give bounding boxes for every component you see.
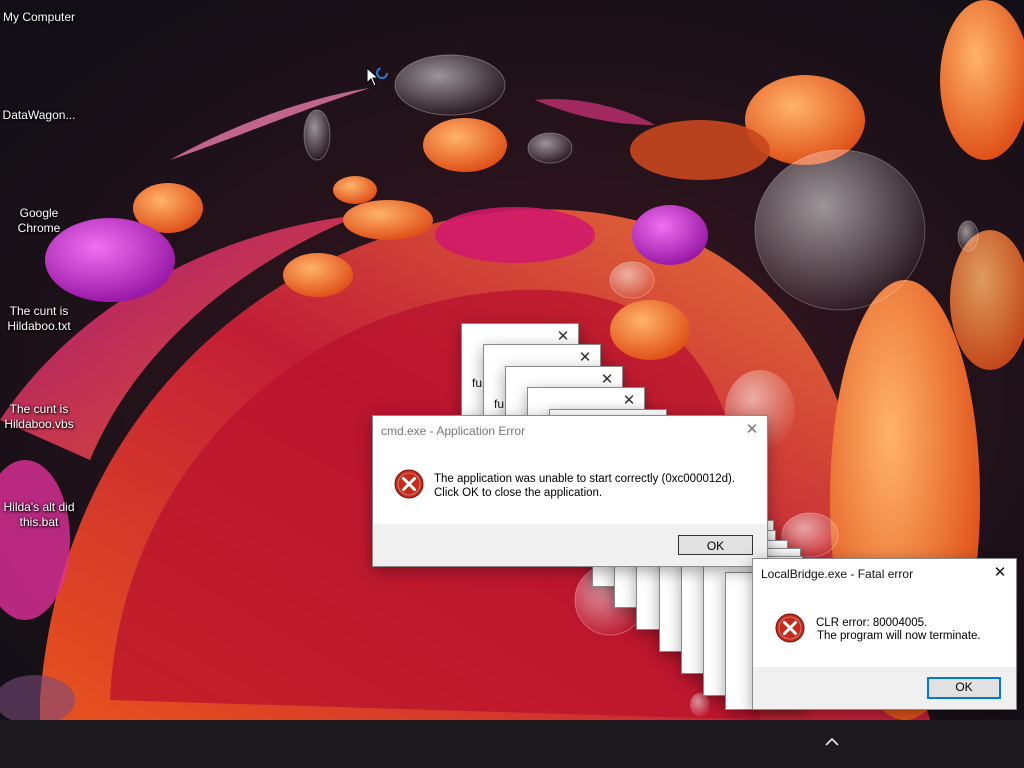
desktop-icon-label-line1: The cunt is <box>9 304 69 318</box>
desktop-icon-datawagon[interactable]: DataWagon... <box>0 108 78 123</box>
dialog-footer: OK <box>753 667 1016 709</box>
close-icon[interactable]: ✕ <box>622 393 636 408</box>
desktop-icon-label-line1: The cunt is <box>9 402 69 416</box>
desktop-icon-label: DataWagon... <box>2 108 76 122</box>
dialog-title: cmd.exe - Application Error <box>381 424 526 438</box>
ok-button[interactable]: OK <box>927 677 1001 699</box>
close-icon[interactable]: ✕ <box>578 350 592 365</box>
desktop-icon-label-line2: Chrome <box>17 221 61 235</box>
dialog-footer: OK <box>373 524 767 566</box>
desktop-icon-bat-file[interactable]: Hilda's alt did this.bat <box>0 500 78 530</box>
localbridge-error-dialog[interactable]: LocalBridge.exe - Fatal error ✕ CLR erro… <box>752 558 1017 710</box>
desktop-icon-google-chrome[interactable]: Google Chrome <box>0 206 78 236</box>
desktop-icon-my-computer[interactable]: My Computer <box>0 10 78 25</box>
error-message-line1: CLR error: 80004005. <box>816 617 928 629</box>
error-message-line2: Click OK to close the application. <box>434 487 603 499</box>
window-text: fu <box>494 397 505 411</box>
window-text: fu <box>472 376 483 390</box>
chevron-up-icon[interactable] <box>823 735 841 749</box>
close-icon[interactable]: ✕ <box>556 329 570 344</box>
mouse-cursor-icon <box>366 66 392 94</box>
ok-button[interactable]: OK <box>678 535 753 555</box>
error-icon <box>394 469 424 499</box>
desktop-icon-label-line1: Hilda's alt did <box>3 500 75 514</box>
error-icon <box>775 613 805 643</box>
desktop-icon-label-line2: Hildaboo.vbs <box>4 417 74 431</box>
desktop-icon-label-line1: Google <box>19 206 59 220</box>
desktop-icon-label: My Computer <box>2 10 76 24</box>
taskbar <box>0 720 1024 768</box>
error-message-line1: The application was unable to start corr… <box>434 473 736 485</box>
desktop-icon-txt-file[interactable]: The cunt is Hildaboo.txt <box>0 304 78 334</box>
close-icon[interactable]: ✕ <box>600 372 614 387</box>
desktop-icon-label-line2: Hildaboo.txt <box>7 319 71 333</box>
desktop-icon-label-line2: this.bat <box>19 515 59 529</box>
cmd-error-dialog[interactable]: cmd.exe - Application Error ✕ The applic… <box>372 415 768 567</box>
desktop-icon-vbs-file[interactable]: The cunt is Hildaboo.vbs <box>0 402 78 432</box>
error-message-line2: The program will now terminate. <box>814 630 981 642</box>
dialog-title: LocalBridge.exe - Fatal error <box>761 567 914 581</box>
close-icon[interactable]: ✕ <box>993 565 1007 580</box>
close-icon[interactable]: ✕ <box>745 422 759 437</box>
